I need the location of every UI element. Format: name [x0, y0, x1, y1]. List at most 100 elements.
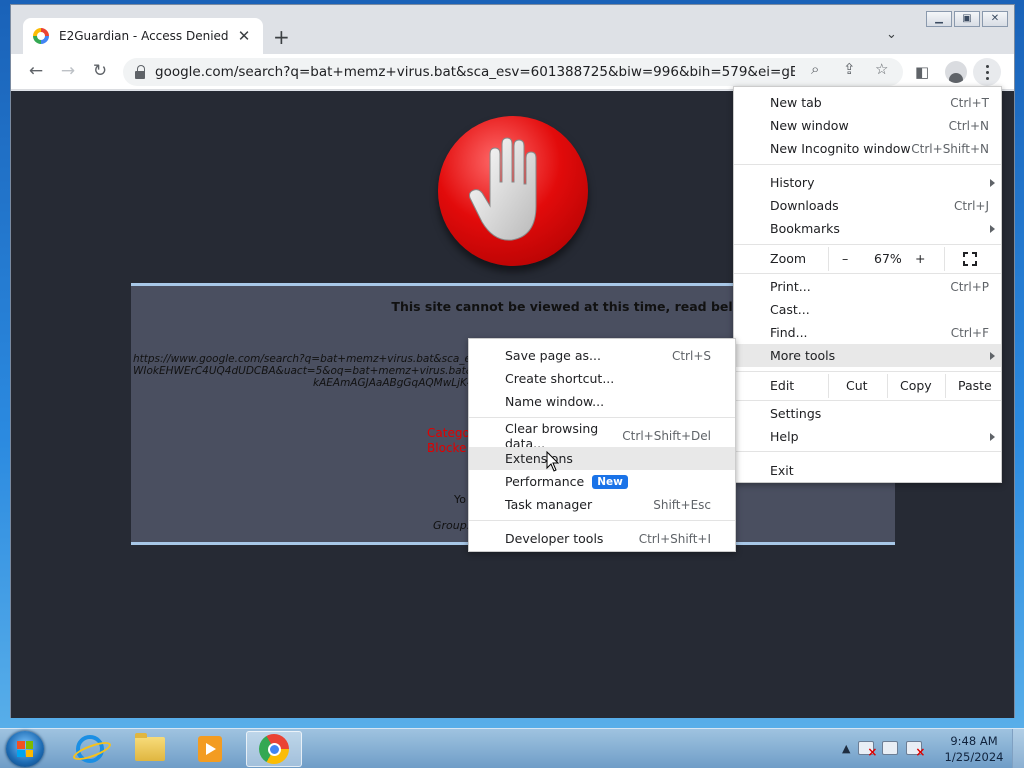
submenu-item-label: Clear browsing data...: [505, 420, 599, 451]
submenu-item-shortcut: Ctrl+Shift+I: [638, 531, 711, 546]
minimize-button[interactable]: ▁: [926, 11, 952, 27]
menu-item-bookmarks[interactable]: Bookmarks: [734, 217, 1001, 240]
menu-item-label: Cast...: [770, 302, 810, 317]
share-icon[interactable]: ⇪: [843, 60, 856, 78]
browser-tab[interactable]: E2Guardian - Access Denied ✕: [23, 18, 263, 54]
reload-icon[interactable]: ↻: [89, 61, 111, 81]
menu-item-label: New tab: [770, 95, 822, 110]
menu-item-shortcut: Ctrl+Shift+N: [911, 141, 989, 156]
new-badge: New: [592, 474, 628, 489]
tab-search-chevron-icon[interactable]: ⌄: [886, 27, 897, 42]
maximize-button[interactable]: ▣: [954, 11, 980, 27]
tab-strip: E2Guardian - Access Denied ✕ + ⌄ ▁ ▣ ✕: [11, 5, 1014, 54]
menu-item-label: Bookmarks: [770, 221, 840, 236]
menu-item-label: New window: [770, 118, 849, 133]
group-text: Group:: [433, 519, 471, 532]
cut-button[interactable]: Cut: [846, 378, 868, 393]
menu-item-history[interactable]: History: [734, 171, 1001, 194]
address-bar[interactable]: google.com/search?q=bat+memz+virus.bat&s…: [123, 58, 903, 86]
edit-row: Edit Cut Copy Paste: [734, 374, 1001, 398]
forward-arrow-icon[interactable]: →: [57, 61, 79, 81]
close-tab-icon[interactable]: ✕: [235, 27, 253, 45]
submenu-item-developer-tools[interactable]: Developer tools Ctrl+Shift+I: [469, 527, 735, 550]
zoom-label: Zoom: [770, 251, 807, 266]
clock-time: 9:48 AM: [950, 734, 998, 748]
copy-button[interactable]: Copy: [900, 378, 932, 393]
menu-item-new-tab[interactable]: New tab Ctrl+T: [734, 91, 1001, 114]
taskbar-media-player[interactable]: [182, 731, 238, 767]
show-desktop-button[interactable]: [1012, 729, 1024, 768]
windows-logo-icon: [17, 741, 33, 757]
submenu-item-performance[interactable]: Performance New: [469, 470, 735, 493]
submenu-divider: [469, 417, 735, 418]
browser-toolbar: ← → ↻ google.com/search?q=bat+memz+virus…: [11, 54, 1014, 90]
menu-item-cast[interactable]: Cast...: [734, 298, 1001, 321]
submenu-item-task-manager[interactable]: Task manager Shift+Esc: [469, 493, 735, 516]
menu-item-settings[interactable]: Settings: [734, 402, 1001, 425]
taskbar-file-explorer[interactable]: [122, 731, 178, 767]
menu-item-new-window[interactable]: New window Ctrl+N: [734, 114, 1001, 137]
submenu-item-label: Create shortcut...: [505, 371, 615, 386]
menu-item-more-tools[interactable]: More tools: [734, 344, 1001, 367]
action-center-flag-icon[interactable]: [858, 741, 877, 759]
menu-item-shortcut: Ctrl+T: [950, 95, 989, 110]
blocked-line: Blocke: [427, 441, 467, 455]
show-hidden-icons-icon[interactable]: ▲: [842, 742, 850, 755]
your-text: Yo: [454, 493, 466, 506]
paste-button[interactable]: Paste: [958, 378, 992, 393]
fullscreen-icon[interactable]: [963, 252, 977, 266]
menu-item-find[interactable]: Find... Ctrl+F: [734, 321, 1001, 344]
chrome-icon: [259, 734, 289, 764]
google-favicon-icon: [33, 28, 49, 44]
submenu-item-create-shortcut[interactable]: Create shortcut...: [469, 367, 735, 390]
profile-avatar-icon[interactable]: [945, 61, 967, 83]
bookmark-star-icon[interactable]: ☆: [875, 60, 888, 78]
menu-item-label: New Incognito window: [770, 141, 911, 156]
chrome-main-menu: New tab Ctrl+T New window Ctrl+N New Inc…: [733, 86, 1002, 483]
submenu-arrow-icon: [990, 432, 995, 441]
submenu-arrow-icon: [990, 178, 995, 187]
zoom-out-button[interactable]: –: [842, 251, 848, 266]
menu-item-new-incognito-window[interactable]: New Incognito window Ctrl+Shift+N: [734, 137, 1001, 160]
address-url[interactable]: google.com/search?q=bat+memz+virus.bat&s…: [155, 64, 795, 80]
media-player-icon: [198, 736, 222, 762]
volume-muted-icon[interactable]: [906, 741, 925, 759]
network-icon[interactable]: [882, 741, 899, 755]
menu-item-label: Exit: [770, 463, 794, 478]
submenu-item-extensions[interactable]: Extensions: [469, 447, 735, 470]
category-text: Catego Blocke: [427, 426, 470, 456]
submenu-item-label: Developer tools: [505, 531, 604, 546]
zoom-magnifier-icon[interactable]: ⌕: [811, 60, 819, 78]
submenu-item-label: Performance: [505, 474, 585, 489]
submenu-item-save-page[interactable]: Save page as... Ctrl+S: [469, 344, 735, 367]
chrome-menu-kebab-icon[interactable]: [973, 58, 1001, 86]
internet-explorer-icon: [76, 735, 104, 763]
zoom-in-button[interactable]: +: [915, 251, 925, 266]
menu-item-downloads[interactable]: Downloads Ctrl+J: [734, 194, 1001, 217]
close-window-button[interactable]: ✕: [982, 11, 1008, 27]
submenu-item-name-window[interactable]: Name window...: [469, 390, 735, 413]
edit-label: Edit: [770, 378, 795, 393]
menu-item-label: Help: [770, 429, 799, 444]
back-arrow-icon[interactable]: ←: [25, 61, 47, 81]
category-line: Catego: [427, 426, 470, 440]
menu-item-label: Settings: [770, 406, 822, 421]
submenu-item-label: Name window...: [505, 394, 605, 409]
new-tab-plus-icon[interactable]: +: [273, 25, 290, 49]
menu-item-print[interactable]: Print... Ctrl+P: [734, 275, 1001, 298]
side-panel-icon[interactable]: ◧: [915, 63, 929, 81]
taskbar-internet-explorer[interactable]: [62, 731, 118, 767]
start-button[interactable]: [6, 731, 44, 767]
menu-item-exit[interactable]: Exit: [734, 459, 1001, 482]
submenu-arrow-icon: [990, 224, 995, 233]
taskbar-chrome[interactable]: [246, 731, 302, 767]
submenu-item-clear-browsing-data[interactable]: Clear browsing data... Ctrl+Shift+Del: [469, 421, 735, 451]
menu-divider: [734, 400, 1001, 401]
menu-item-label: More tools: [770, 348, 836, 363]
lock-icon[interactable]: [135, 64, 145, 79]
submenu-item-label: Save page as...: [505, 348, 601, 363]
taskbar-clock[interactable]: 9:48 AM 1/25/2024: [944, 733, 1004, 765]
tab-title: E2Guardian - Access Denied: [59, 29, 229, 43]
zoom-row: Zoom – 67% +: [734, 247, 1001, 271]
menu-item-help[interactable]: Help: [734, 425, 1001, 448]
